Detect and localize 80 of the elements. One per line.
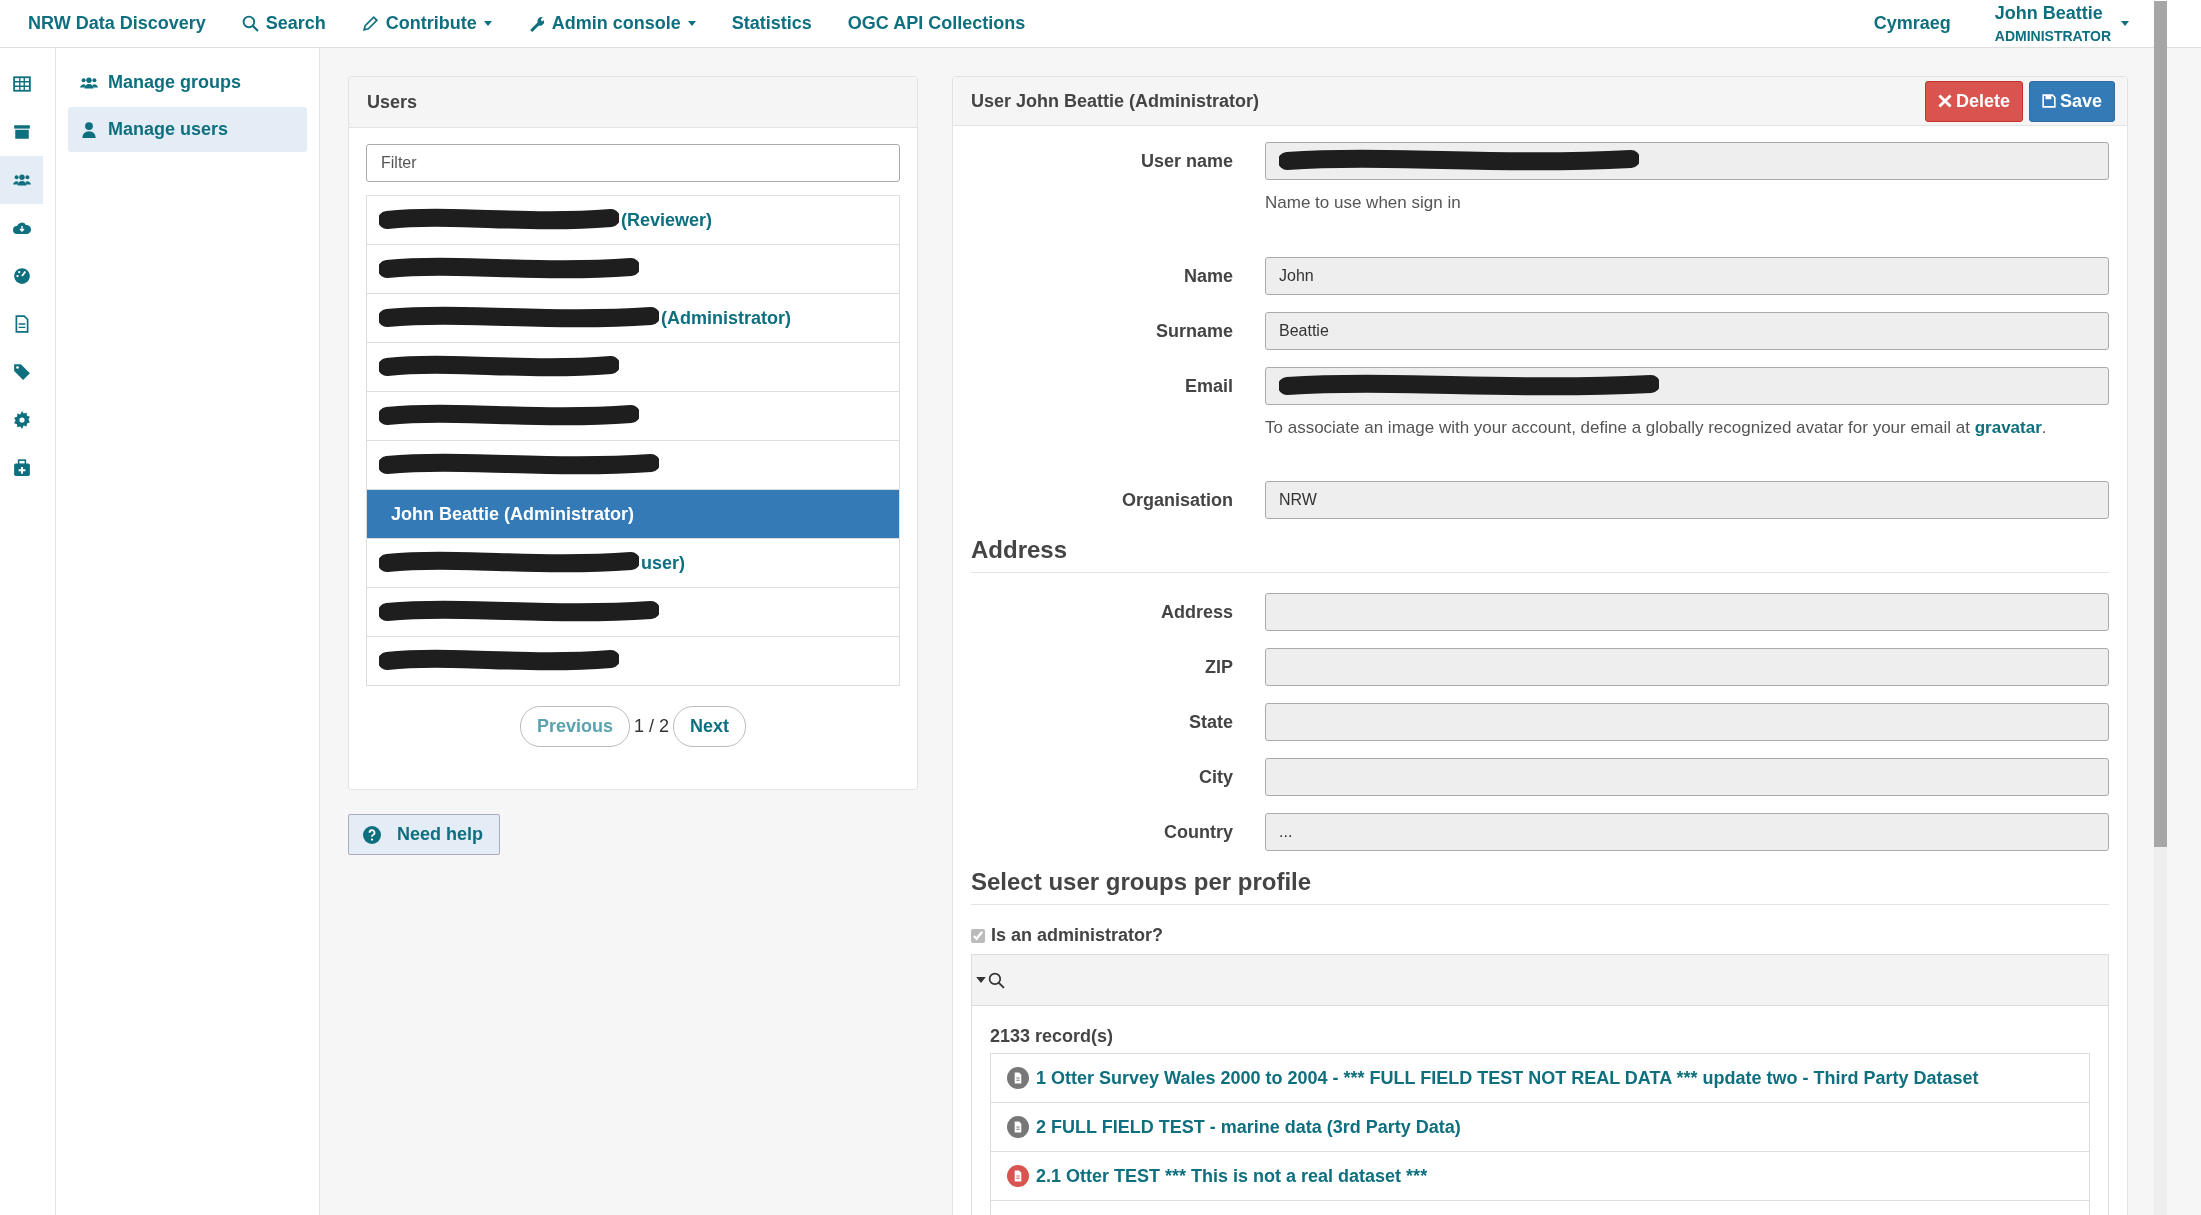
nav-link[interactable]: Search (241, 13, 326, 34)
save-button[interactable]: Save (2028, 80, 2115, 122)
user-label: (Reviewer) (621, 209, 713, 231)
panel-title: User John Beattie (Administrator) (971, 90, 1260, 112)
nav-link[interactable]: Contribute (361, 13, 492, 34)
delete-button[interactable]: Delete (1924, 80, 2023, 122)
text-field[interactable]: ... (1265, 813, 2109, 851)
rail-button[interactable] (0, 156, 43, 204)
archive-icon (12, 123, 31, 141)
record-count: 2133 record(s) (990, 1026, 1115, 1047)
help-text: Name to use when sign in (1265, 192, 1462, 214)
text-field[interactable]: John (1265, 256, 2109, 295)
help-button[interactable]: Need help (348, 814, 501, 855)
help-text: To associate an image with your account, define a globally recognized avatar for your email at gravatar. (1265, 416, 2048, 439)
close-icon (1937, 94, 1952, 108)
user-list-item[interactable]: John Beattie (Administrator) (367, 490, 899, 539)
section-heading: Select user groups per profile (971, 868, 2109, 905)
field-value: Beattie (1279, 321, 1329, 340)
caret-icon[interactable] (2121, 21, 2129, 26)
user-role: ADMINISTRATOR (1994, 28, 2111, 44)
search-icon (988, 971, 1005, 989)
gravatar-link[interactable]: gravatar (1974, 417, 2042, 437)
user-label: user) (641, 552, 685, 574)
record-link[interactable]: 1 Otter Survey Wales 2000 to 2004 - *** FULL FIELD TEST NOT REAL DATA *** update two - Third Party Dataset (1036, 1067, 1979, 1089)
field-value: John (1279, 266, 1314, 285)
help-icon (363, 825, 381, 844)
user-list-item[interactable]: user) (367, 539, 899, 588)
field-label: Surname (1154, 319, 1233, 343)
nav-link[interactable]: Statistics (731, 13, 812, 34)
section-heading: Address (971, 536, 2109, 573)
sidebar-item[interactable]: Manage groups (68, 60, 307, 105)
record-link[interactable]: 2.1 Otter TEST *** This is not a real dataset *** (1036, 1165, 1428, 1187)
text-field[interactable]: Beattie (1265, 311, 2109, 350)
sidebar-item[interactable]: Manage users (68, 107, 307, 152)
checkbox[interactable] (971, 928, 985, 943)
brand-link[interactable]: NRW Data Discovery (28, 13, 206, 34)
field-value: NRW (1279, 491, 1317, 509)
user-label: John Beattie (Administrator) (391, 503, 635, 525)
person-icon (80, 120, 98, 139)
field-label: Address (1159, 601, 1233, 624)
table-icon (12, 75, 31, 93)
user-list-item[interactable]: (Administrator) (367, 294, 899, 343)
nav-link[interactable]: OGC API Collections (847, 13, 1026, 34)
text-field[interactable] (1265, 758, 2109, 796)
gauge-icon (12, 267, 31, 285)
text-field[interactable] (1265, 142, 2109, 180)
checkbox-label: Is an administrator? (991, 925, 1164, 946)
user-name-link[interactable]: John Beattie (1994, 3, 2111, 24)
page-indicator: 1 / 2 (634, 716, 670, 737)
text-field[interactable] (1265, 648, 2109, 686)
scrollbar-thumb[interactable] (2154, 1, 2167, 847)
field-label: Email (1183, 374, 1233, 398)
nav-link[interactable]: Admin console (527, 13, 696, 34)
language-link[interactable]: Cymraeg (1873, 13, 1951, 34)
floppy-icon (2041, 94, 2056, 108)
text-field[interactable] (1265, 366, 2109, 405)
period: . (2041, 417, 2047, 437)
field-label: State (1188, 711, 1233, 734)
text-field[interactable]: NRW (1265, 481, 2109, 519)
field-label: ZIP (1204, 656, 1233, 679)
field-label: Name (1182, 264, 1233, 288)
text-field[interactable] (1265, 703, 2109, 741)
filter-field[interactable]: Filter (366, 144, 900, 182)
gear-icon (12, 411, 31, 429)
tags-icon (12, 363, 31, 381)
pencil-icon (361, 15, 379, 32)
panel-title: Users (367, 91, 418, 113)
field-label: User name (1139, 150, 1233, 173)
user-list-item[interactable]: (Reviewer) (367, 196, 899, 245)
field-label: Organisation (1121, 489, 1233, 512)
search-icon (241, 15, 259, 32)
field-label: Country (1163, 821, 1233, 844)
next-button[interactable]: Next (673, 706, 747, 747)
record-link[interactable]: 2 FULL FIELD TEST - marine data (3rd Party Data) (1036, 1116, 1461, 1138)
caret-icon (976, 977, 986, 983)
field-value: ... (1279, 823, 1293, 841)
text-field[interactable] (1265, 593, 2109, 631)
field-label: City (1198, 766, 1233, 789)
user-label: (Administrator) (661, 307, 791, 329)
kit-icon (12, 459, 31, 477)
